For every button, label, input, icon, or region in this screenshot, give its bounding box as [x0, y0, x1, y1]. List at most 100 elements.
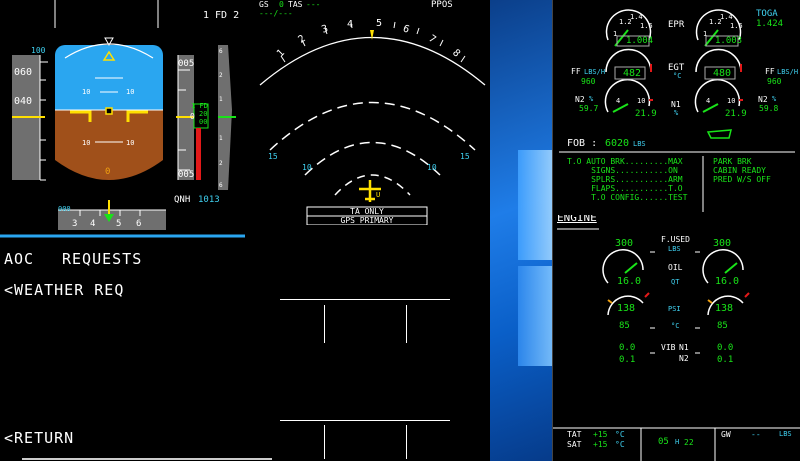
vsi-mark-1-top: 1	[219, 96, 223, 103]
toga-label: TOGA	[756, 9, 778, 19]
ff-label-right: FF	[765, 67, 775, 76]
pitch-zero-label: 0	[105, 167, 111, 177]
divider-tick-left-lower	[324, 425, 325, 459]
n2-unit-left: %	[589, 95, 594, 103]
qnh-label: QNH	[174, 195, 191, 205]
n1-unit: %	[674, 109, 679, 117]
sd-window: ENGINE 300 F.USED LBS 300 OIL QT 16.0 16…	[552, 215, 800, 461]
tas-value: ---	[306, 0, 321, 9]
vib-n1-value-left: 0.0	[619, 343, 636, 353]
memo-left-4: FLAPS...........T.O	[567, 184, 683, 193]
pitch-label-upper-right: 10	[126, 88, 135, 96]
compass-label-5: 5	[376, 18, 383, 29]
vib-n1-value-right: 0.0	[717, 343, 734, 353]
oil-temp-value-left: 85	[619, 321, 630, 331]
pitch-label-lower-left: 10	[82, 139, 91, 147]
memo-right-2: CABIN READY	[713, 166, 766, 175]
fused-unit: LBS	[668, 245, 681, 253]
n2-unit-right: %	[772, 95, 777, 103]
fused-value-left: 300	[615, 238, 634, 249]
memo-right-1: PARK BRK	[713, 157, 752, 166]
sat-value: +15	[593, 440, 608, 449]
range-label-outer-right: 15	[460, 152, 470, 161]
divider-tick-left-upper	[324, 305, 325, 343]
oil-temp-value-right: 85	[717, 321, 728, 331]
mcdu-lsk-6l[interactable]: <RETURN	[4, 429, 74, 447]
divider-line-lower	[280, 420, 450, 421]
memo-left-3: SPLRS...........ARM	[567, 175, 683, 184]
divider-line-upper	[280, 299, 450, 300]
oil-psi-value-left: 138	[617, 303, 636, 314]
vsi-mark-2-bottom: 2	[219, 160, 223, 167]
time-minutes: 22	[684, 438, 694, 447]
ff-value-right: 960	[767, 77, 782, 86]
alt-label-upper: 005	[178, 59, 195, 69]
heading-tick-5: 5	[116, 219, 122, 229]
sat-label: SAT	[567, 440, 582, 449]
ff-value-left: 960	[581, 77, 596, 86]
tat-value: +15	[593, 430, 608, 439]
alt-tick-zero: 0	[190, 112, 195, 121]
memo-left-1: T.O AUTO BRK.........MAX	[567, 157, 683, 166]
gw-value: --	[751, 430, 761, 439]
vib-n2-value-left: 0.1	[619, 355, 636, 365]
divider-tick-right-lower	[406, 425, 407, 459]
vsi-mark-6-bottom: 6	[219, 182, 223, 189]
lower-middle-display	[280, 225, 490, 461]
n2-value-right: 59.8	[759, 104, 779, 113]
pitch-label-upper-left: 10	[82, 88, 91, 96]
vsi-mark-2-top: 2	[219, 72, 223, 79]
fused-value-right: 300	[713, 238, 732, 249]
nd-display	[259, 21, 486, 225]
oil-label: OIL	[668, 263, 683, 272]
epr-label: EPR	[668, 20, 685, 30]
egt-value-right: 480	[713, 68, 732, 79]
time-hours: 05	[658, 437, 669, 447]
fd-label: 1 FD 2	[203, 10, 240, 21]
mcdu-title-left: AOC	[4, 250, 35, 268]
n1-tick-10-left: 10	[637, 97, 646, 105]
epr-tick-1.4-right: 1.4	[720, 13, 733, 21]
n1-tick-4-left: 4	[616, 97, 621, 105]
egt-unit: °C	[673, 72, 682, 80]
alt-box-top: 1 FD	[191, 102, 208, 110]
alt-label-lower: 005	[178, 170, 195, 180]
heading-tick-6: 6	[136, 219, 142, 229]
oil-temp-unit: °C	[671, 322, 680, 330]
epr-tick-1.6-left: 1.6	[640, 22, 653, 30]
mcdu-window: AOC REQUESTS <WEATHER REQ <RETURN	[0, 238, 280, 461]
n1-tick-4-right: 4	[706, 97, 711, 105]
memo-left-2: SIGNS...........ON	[567, 166, 678, 175]
n2-value-left: 59.7	[579, 104, 599, 113]
n1-value-left: 21.9	[635, 109, 657, 119]
wind-value: ---/---	[259, 9, 293, 18]
gs-value: 0	[279, 0, 284, 9]
sd-page-title: ENGINE	[557, 215, 597, 224]
n2-label-right: N2	[758, 95, 768, 104]
sat-unit: °C	[615, 440, 625, 449]
epr-tick-1.6-right: 1.6	[730, 22, 743, 30]
windows-logo-shape-lower	[518, 266, 552, 366]
memo-left-5: T.O CONFIG......TEST	[567, 193, 688, 202]
vsi-mark-6-top: 6	[219, 48, 223, 55]
ff-unit-right: LBS/H	[777, 68, 799, 76]
fob-label: FOB :	[567, 138, 598, 149]
qnh-value: 1013	[198, 195, 220, 205]
toga-value: 1.424	[756, 19, 784, 29]
oil-qt-value-left: 16.0	[617, 276, 642, 287]
mcdu-lsk-1l[interactable]: <WEATHER REQ	[4, 281, 124, 299]
n2-label-left: N2	[575, 95, 585, 104]
heading-target: 000	[58, 205, 71, 213]
alt-window-20: 20	[199, 110, 208, 118]
mcdu-title-right: REQUESTS	[62, 250, 143, 268]
oil-psi-value-right: 138	[715, 303, 734, 314]
speed-target-label: 100	[31, 46, 46, 55]
speed-tick-060: 060	[14, 67, 33, 78]
range-label-inner-left: 10	[302, 163, 312, 172]
fob-value: 6020	[605, 138, 630, 149]
epr-tick-1.4-left: 1.4	[630, 13, 643, 21]
gs-label: GS	[259, 0, 269, 9]
windows-logo-shape	[518, 150, 552, 260]
speed-tick-040: 040	[14, 96, 33, 107]
gw-label: GW	[721, 430, 731, 439]
